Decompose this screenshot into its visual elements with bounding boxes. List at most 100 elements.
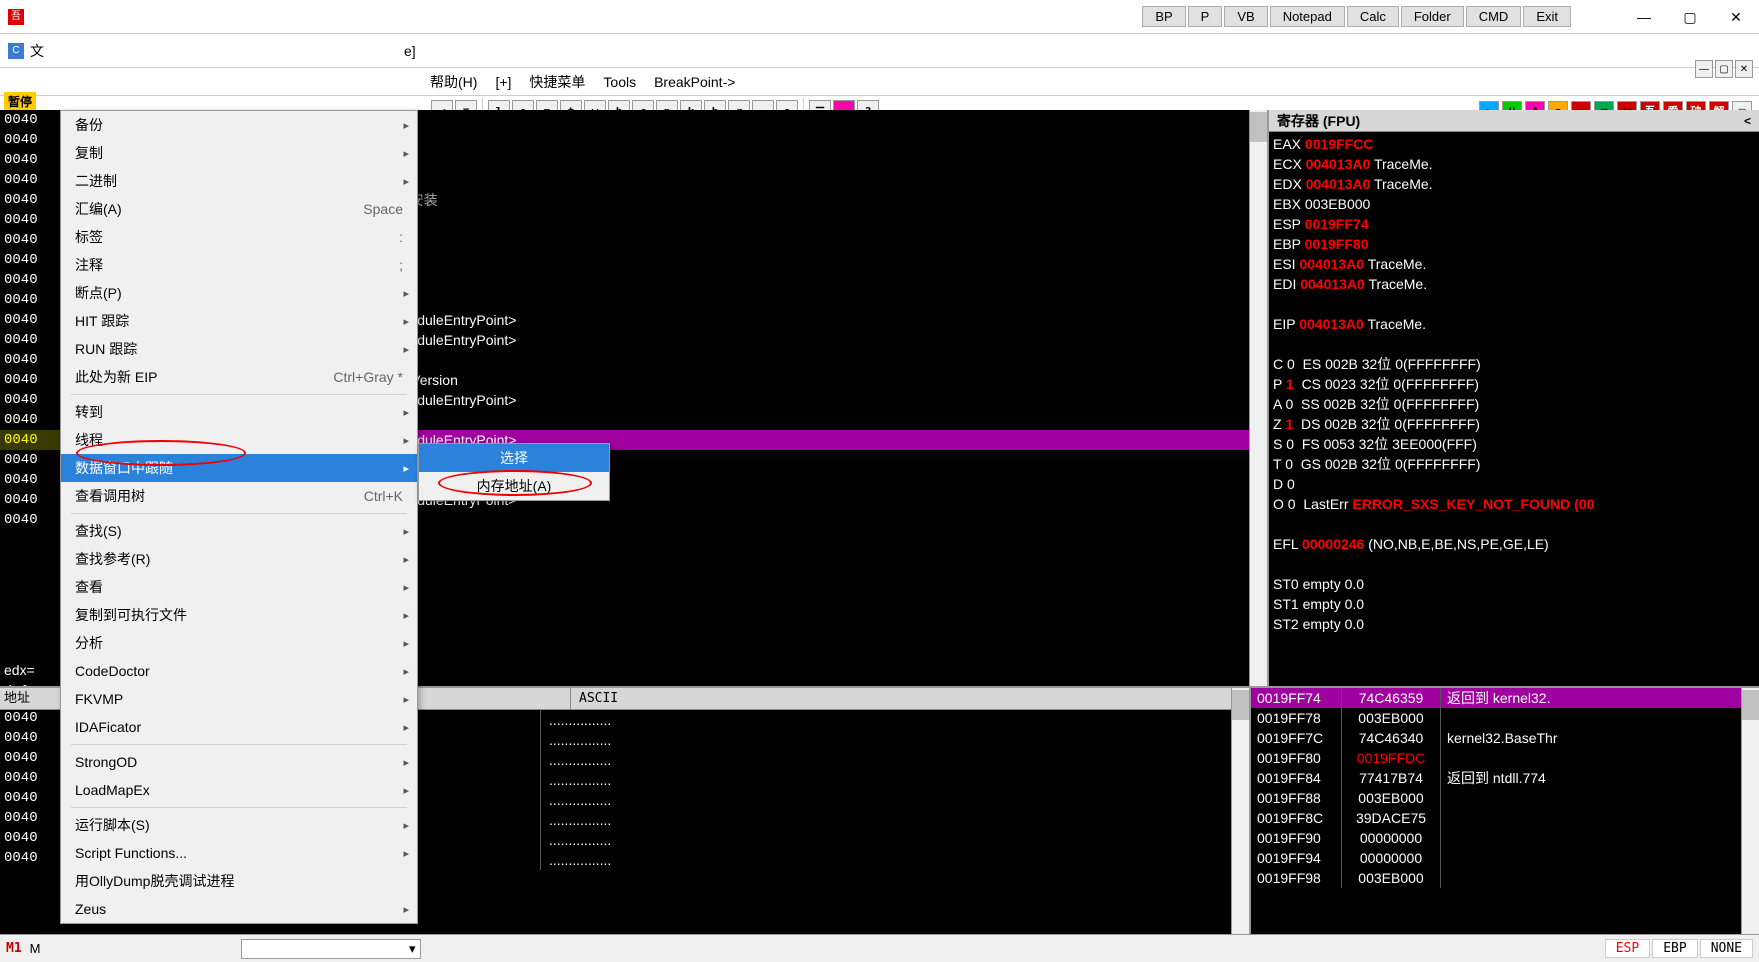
flag-row[interactable]: O 0 LastErr ERROR_SXS_KEY_NOT_FOUND (00 [1273,494,1755,514]
ctx-item[interactable]: CodeDoctor [61,657,417,685]
scrollbar[interactable] [1741,688,1759,934]
menu-item[interactable]: [+] [495,74,511,90]
scrollbar[interactable] [1231,688,1249,934]
register-row[interactable]: EBP 0019FF80 [1273,234,1755,254]
top-button-p[interactable]: P [1188,6,1223,27]
top-button-vb[interactable]: VB [1224,6,1267,27]
ctx-item[interactable]: 分析 [61,629,417,657]
disasm-comment[interactable] [321,150,1249,170]
register-row[interactable]: EAX 0019FFCC [1273,134,1755,154]
submenu-item[interactable]: 选择 [419,444,609,472]
context-menu[interactable]: 备份复制二进制汇编(A)Space标签:注释;断点(P)HIT 跟踪RUN 跟踪… [60,110,418,924]
ctx-item[interactable]: Zeus [61,895,417,923]
fpu-row[interactable]: ST0 empty 0.0 [1273,574,1755,594]
disasm-comment[interactable]: TraceMe.<ModuleEntryPoint> [321,310,1249,330]
stack-row[interactable]: 0019FF8477417B74返回到 ntdll.774 [1251,768,1741,788]
ctx-item[interactable]: 汇编(A)Space [61,195,417,223]
context-submenu[interactable]: 选择内存地址(A) [418,443,610,501]
stack-row[interactable]: 0019FF800019FFDC [1251,748,1741,768]
stack-row[interactable]: 0019FF98003EB000 [1251,868,1741,888]
stack-row[interactable]: 0019FF9400000000 [1251,848,1741,868]
ctx-item[interactable]: IDAFicator [61,713,417,741]
maximize-button[interactable]: ▢ [1667,0,1713,34]
disasm-comment[interactable] [321,510,1249,530]
register-eip[interactable]: EIP 004013A0 TraceMe. [1273,314,1755,334]
ctx-item[interactable]: 查看 [61,573,417,601]
ctx-item[interactable]: 标签: [61,223,417,251]
ctx-item[interactable]: 断点(P) [61,279,417,307]
ctx-item[interactable]: 二进制 [61,167,417,195]
menu-item[interactable]: 快捷菜单 [529,72,585,92]
flag-row[interactable]: D 0 [1273,474,1755,494]
ctx-item[interactable]: LoadMapEx [61,776,417,804]
minimize-button[interactable]: — [1621,0,1667,34]
submenu-item[interactable]: 内存地址(A) [419,472,609,500]
top-button-calc[interactable]: Calc [1347,6,1399,27]
flag-row[interactable]: T 0 GS 002B 32位 0(FFFFFFFF) [1273,454,1755,474]
ctx-item[interactable]: 查看调用树Ctrl+K [61,482,417,510]
register-row[interactable]: EDX 004013A0 TraceMe. [1273,174,1755,194]
stack-panel[interactable]: 0019FF7474C46359返回到 kernel32.0019FF78003… [1249,688,1741,934]
ctx-item[interactable]: 查找(S) [61,517,417,545]
disasm-comment[interactable]: SE 处理程序安装 [321,190,1249,210]
collapse-icon[interactable]: < [1744,114,1751,128]
menu-item[interactable]: Tools [603,74,636,90]
disasm-comment[interactable] [321,170,1249,190]
ctx-item[interactable]: 数据窗口中跟随 [61,454,417,482]
ctx-item[interactable]: 线程 [61,426,417,454]
top-button-folder[interactable]: Folder [1401,6,1464,27]
register-row[interactable]: EDI 004013A0 TraceMe. [1273,274,1755,294]
stack-row[interactable]: 0019FF7C74C46340kernel32.BaseThr [1251,728,1741,748]
top-button-bp[interactable]: BP [1142,6,1185,27]
flag-row[interactable]: S 0 FS 0053 32位 3EE000(FFF) [1273,434,1755,454]
ctx-item[interactable]: StrongOD [61,748,417,776]
stack-row[interactable]: 0019FF9000000000 [1251,828,1741,848]
disasm-comment[interactable]: TraceMe.<ModuleEntryPoint> [321,390,1249,410]
disasm-comment[interactable] [321,230,1249,250]
ctx-item[interactable]: 注释; [61,251,417,279]
disasm-comment[interactable] [321,270,1249,290]
stack-row[interactable]: 0019FF78003EB000 [1251,708,1741,728]
ctx-item[interactable]: 用OllyDump脱壳调试进程 [61,867,417,895]
efl-row[interactable]: EFL 00000246 (NO,NB,E,BE,NS,PE,GE,LE) [1273,534,1755,554]
fpu-row[interactable]: ST2 empty 0.0 [1273,614,1755,634]
stack-row[interactable]: 0019FF7474C46359返回到 kernel32. [1251,688,1741,708]
mdi-close-button[interactable]: ✕ [1735,60,1753,78]
disasm-comment[interactable] [321,130,1249,150]
ctx-item[interactable]: 复制 [61,139,417,167]
ctx-item[interactable]: 此处为新 EIPCtrl+Gray * [61,363,417,391]
stack-row[interactable]: 0019FF88003EB000 [1251,788,1741,808]
ctx-item[interactable]: 运行脚本(S) [61,811,417,839]
ctx-item[interactable]: 复制到可执行文件 [61,601,417,629]
disasm-comment[interactable] [321,410,1249,430]
disasm-comment[interactable] [321,250,1249,270]
stack-row[interactable]: 0019FF8C39DACE75 [1251,808,1741,828]
status-combo[interactable] [241,939,421,959]
disasm-comment[interactable] [321,290,1249,310]
ctx-item[interactable]: 查找参考(R) [61,545,417,573]
flag-row[interactable]: A 0 SS 002B 32位 0(FFFFFFFF) [1273,394,1755,414]
ctx-item[interactable]: RUN 跟踪 [61,335,417,363]
mdi-min-button[interactable]: — [1695,60,1713,78]
register-row[interactable]: ESP 0019FF74 [1273,214,1755,234]
disasm-comment[interactable]: TraceMe.<ModuleEntryPoint> [321,330,1249,350]
top-button-exit[interactable]: Exit [1523,6,1571,27]
disasm-comment[interactable]: kernel32.GetVersion [321,370,1249,390]
register-row[interactable]: EBX 003EB000 [1273,194,1755,214]
flag-row[interactable]: P 1 CS 0023 32位 0(FFFFFFFF) [1273,374,1755,394]
menu-item[interactable]: 帮助(H) [430,72,477,92]
ctx-item[interactable]: 备份 [61,111,417,139]
ctx-item[interactable]: 转到 [61,398,417,426]
register-row[interactable]: ESI 004013A0 TraceMe. [1273,254,1755,274]
flag-row[interactable]: Z 1 DS 002B 32位 0(FFFFFFFF) [1273,414,1755,434]
top-button-notepad[interactable]: Notepad [1270,6,1345,27]
disasm-comment[interactable] [321,210,1249,230]
fpu-row[interactable]: ST1 empty 0.0 [1273,594,1755,614]
top-button-cmd[interactable]: CMD [1466,6,1522,27]
ctx-item[interactable]: Script Functions... [61,839,417,867]
register-row[interactable]: ECX 004013A0 TraceMe. [1273,154,1755,174]
flag-row[interactable]: C 0 ES 002B 32位 0(FFFFFFFF) [1273,354,1755,374]
disasm-comment[interactable] [321,350,1249,370]
close-button[interactable]: ✕ [1713,0,1759,34]
disasm-comment[interactable] [321,110,1249,130]
